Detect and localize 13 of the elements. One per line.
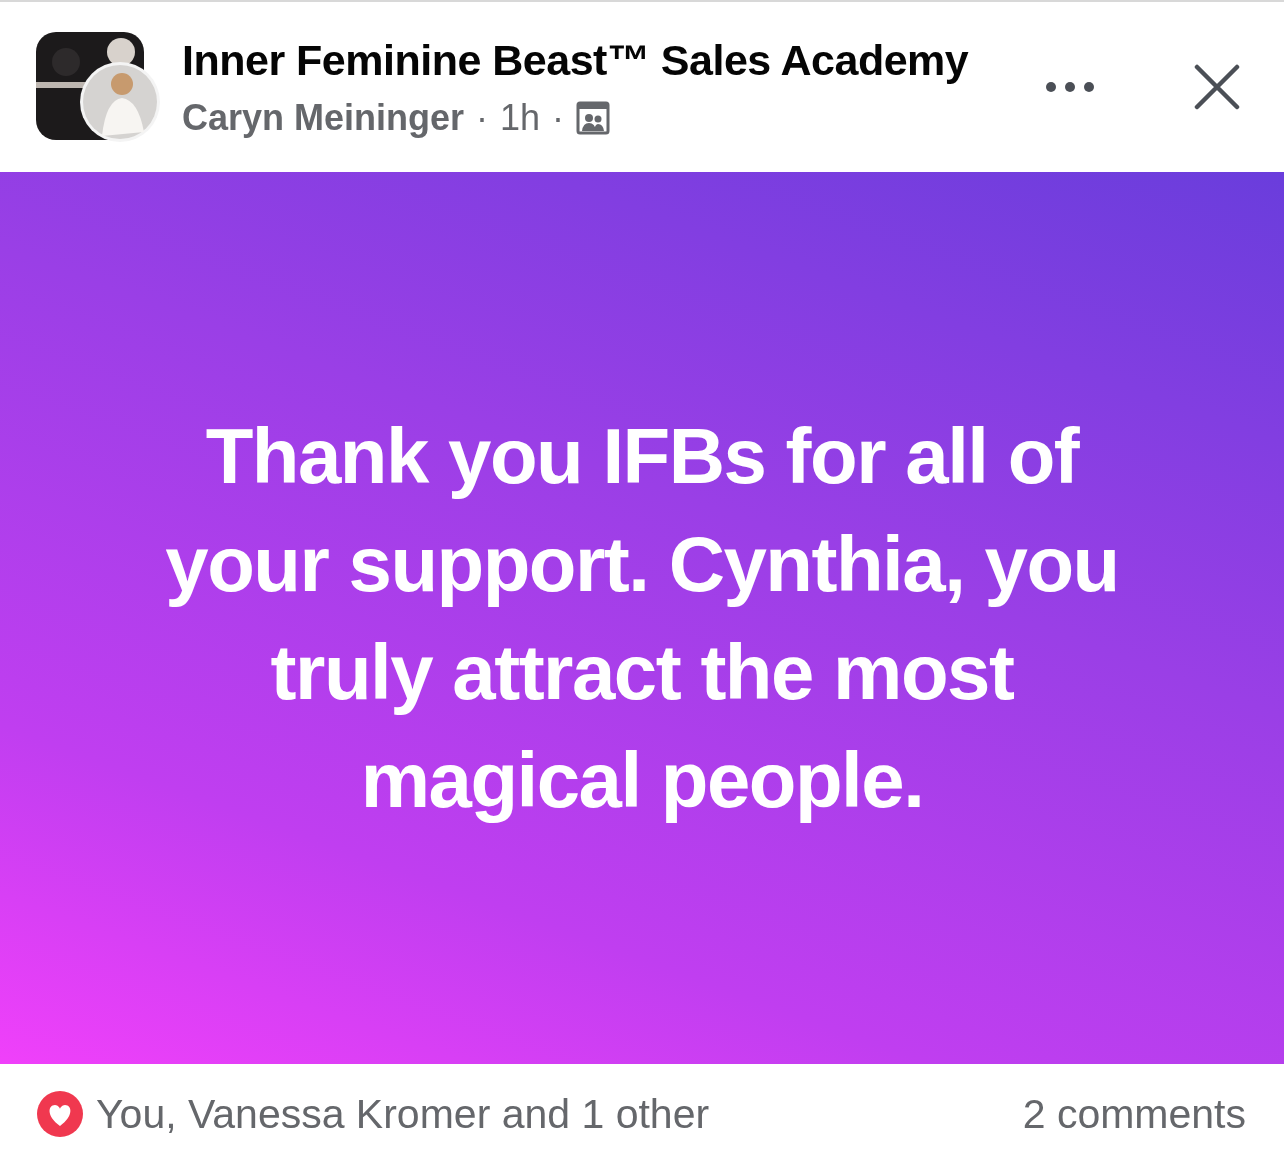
close-icon (1194, 64, 1240, 110)
separator: · (476, 96, 489, 139)
group-name[interactable]: Inner Feminine Beast™ Sales Academy (182, 35, 1018, 85)
author-name[interactable]: Caryn Meininger (182, 96, 465, 139)
comment-count[interactable]: 2 comments (1022, 1090, 1246, 1138)
close-button[interactable] (1192, 62, 1242, 112)
group-audience-icon (576, 100, 611, 135)
more-icon (1045, 81, 1095, 93)
separator: · (552, 96, 565, 139)
post-message: Thank you IFBs for all of your support. Cynthia, you truly attract the most magical people. (164, 411, 1120, 826)
post-time[interactable]: 1h (500, 96, 541, 139)
heart-reaction-icon (36, 1090, 84, 1138)
reaction-summary[interactable]: You, Vanessa Kromer and 1 other (96, 1090, 710, 1138)
